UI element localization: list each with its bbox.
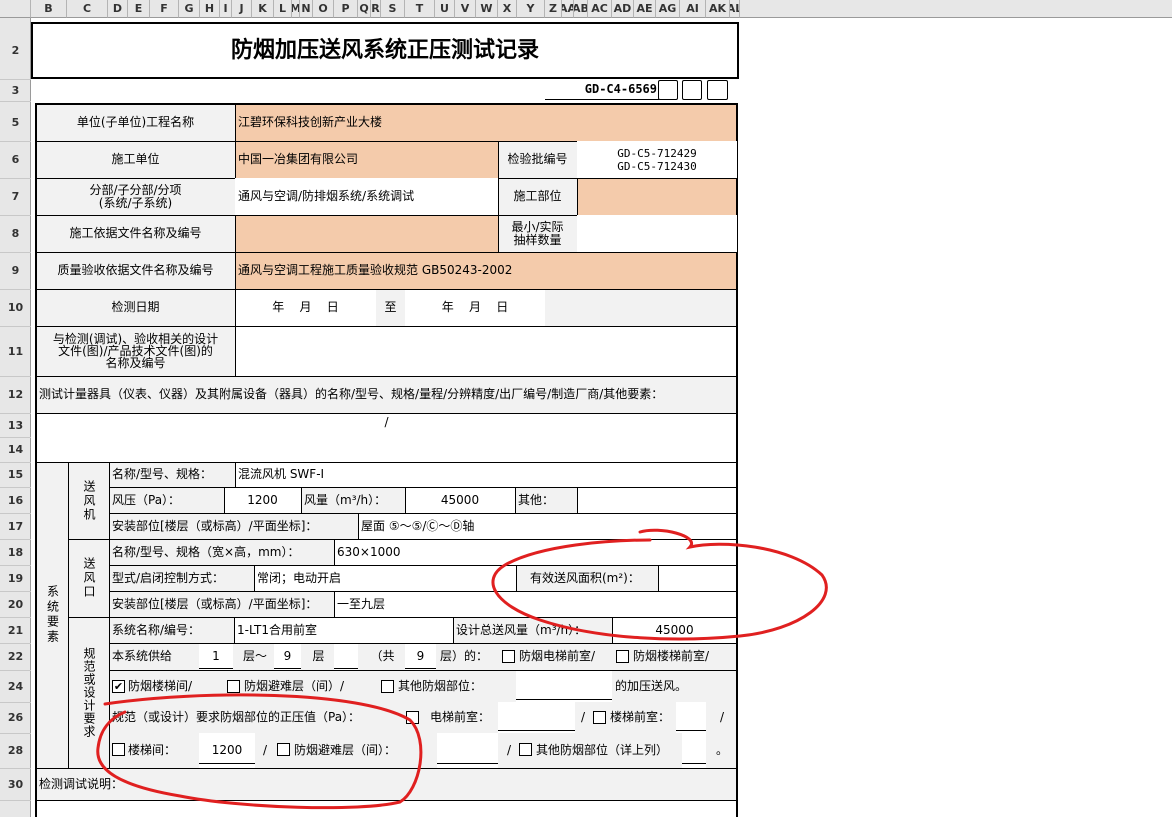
spreadsheet-window: B C D E F G H I J K L M N O P Q R S T U … — [0, 0, 1172, 817]
annotation-circle — [491, 528, 828, 641]
annotation-circle — [96, 693, 423, 810]
red-annotation-overlay — [96, 528, 828, 810]
